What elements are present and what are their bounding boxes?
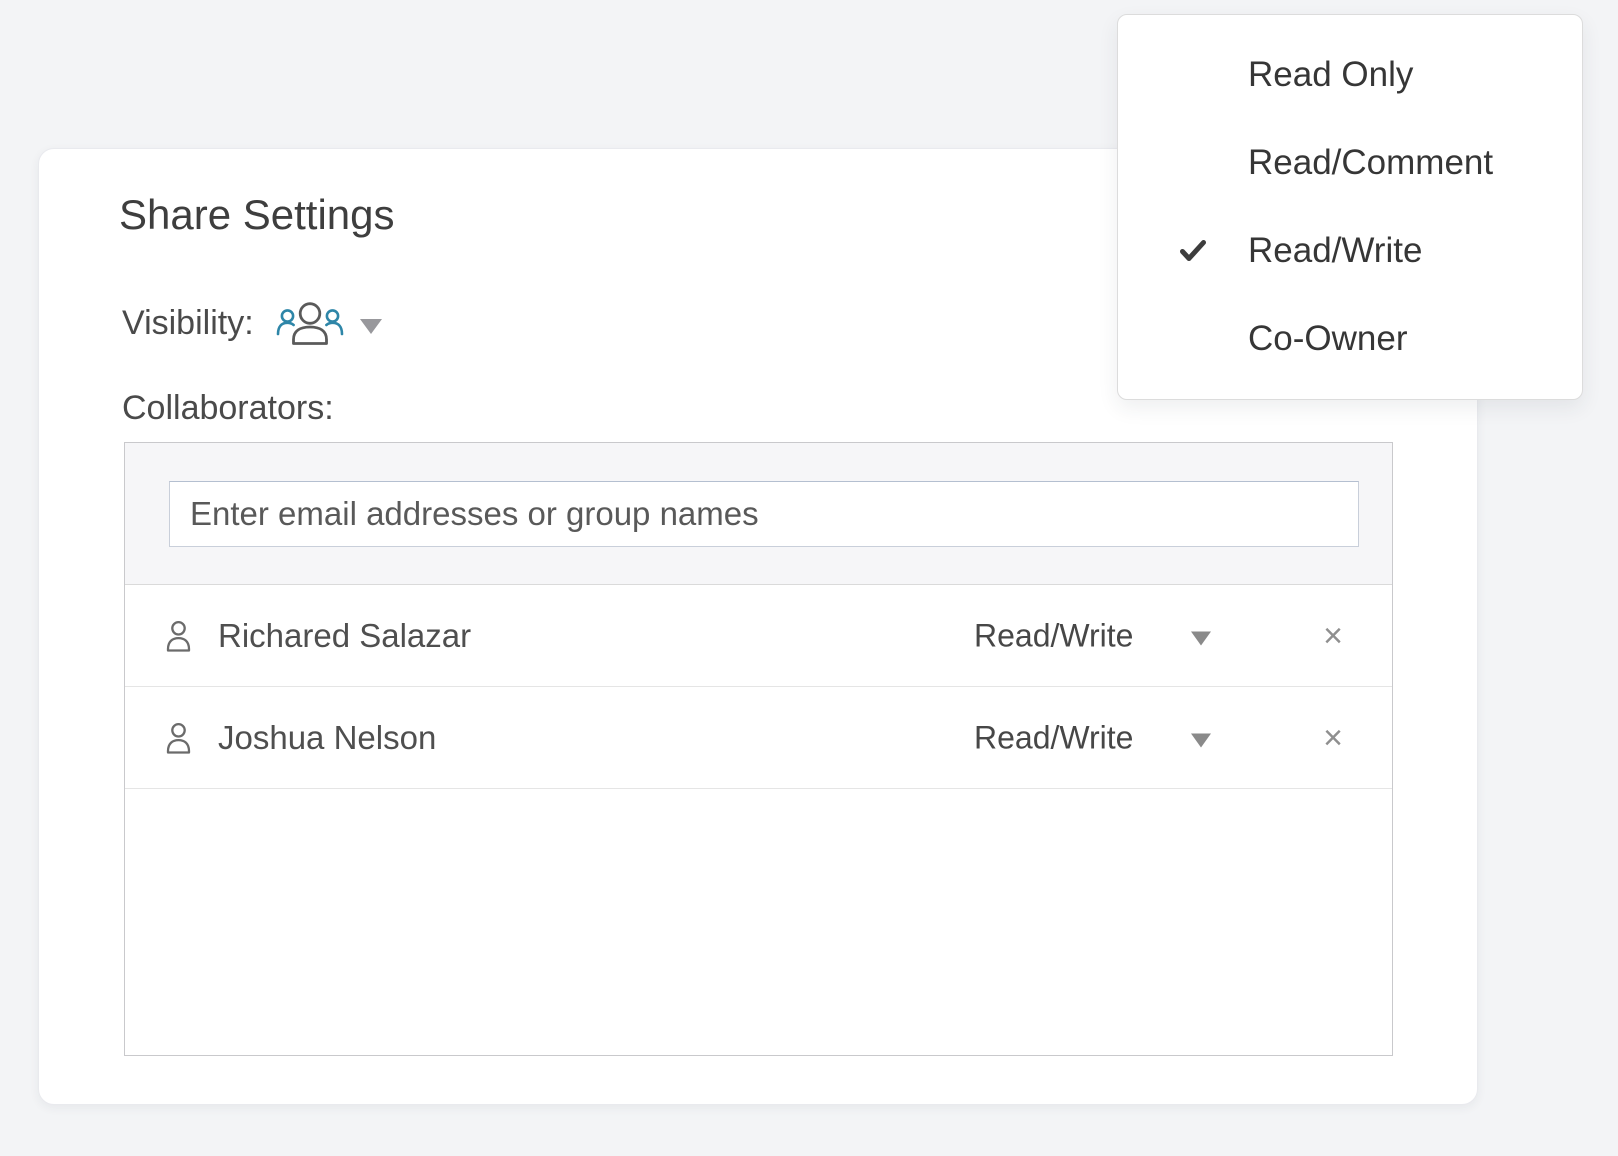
collaborator-row: Richared Salazar Read/Write × bbox=[125, 585, 1392, 687]
menu-item-co-owner[interactable]: Co-Owner bbox=[1118, 295, 1582, 383]
chevron-down-icon bbox=[360, 319, 382, 334]
people-group-icon bbox=[276, 300, 344, 347]
collaborator-name: Richared Salazar bbox=[218, 617, 471, 655]
collaborator-name: Joshua Nelson bbox=[218, 719, 436, 757]
chevron-down-icon bbox=[1191, 734, 1211, 748]
menu-item-label: Read/Write bbox=[1248, 231, 1422, 271]
menu-item-read-comment[interactable]: Read/Comment bbox=[1118, 119, 1582, 207]
check-icon bbox=[1180, 239, 1206, 263]
menu-item-label: Read Only bbox=[1248, 55, 1413, 95]
menu-item-label: Read/Comment bbox=[1248, 143, 1493, 183]
visibility-row: Visibility: bbox=[122, 297, 382, 349]
collaborator-row: Joshua Nelson Read/Write × bbox=[125, 687, 1392, 789]
permission-dropdown[interactable]: Read/Write bbox=[974, 617, 1133, 654]
permission-menu: Read Only Read/Comment Read/Write Co-Own… bbox=[1117, 14, 1583, 400]
chevron-down-icon bbox=[1191, 632, 1211, 646]
collaborators-label: Collaborators: bbox=[122, 389, 334, 428]
page-title: Share Settings bbox=[119, 191, 395, 239]
remove-collaborator-button[interactable]: × bbox=[1313, 616, 1353, 656]
person-icon bbox=[165, 619, 192, 652]
permission-value: Read/Write bbox=[974, 719, 1133, 756]
visibility-selector[interactable] bbox=[276, 300, 382, 347]
menu-item-read-only[interactable]: Read Only bbox=[1118, 31, 1582, 119]
email-input[interactable] bbox=[169, 481, 1359, 547]
person-icon bbox=[165, 721, 192, 754]
menu-item-label: Co-Owner bbox=[1248, 319, 1407, 359]
collaborators-panel: Richared Salazar Read/Write × Joshua Nel… bbox=[124, 442, 1393, 1056]
remove-collaborator-button[interactable]: × bbox=[1313, 718, 1353, 758]
permission-dropdown[interactable]: Read/Write bbox=[974, 719, 1133, 756]
visibility-label: Visibility: bbox=[122, 304, 254, 343]
collaborators-input-section bbox=[125, 443, 1392, 585]
menu-item-read-write[interactable]: Read/Write bbox=[1118, 207, 1582, 295]
permission-value: Read/Write bbox=[974, 617, 1133, 654]
